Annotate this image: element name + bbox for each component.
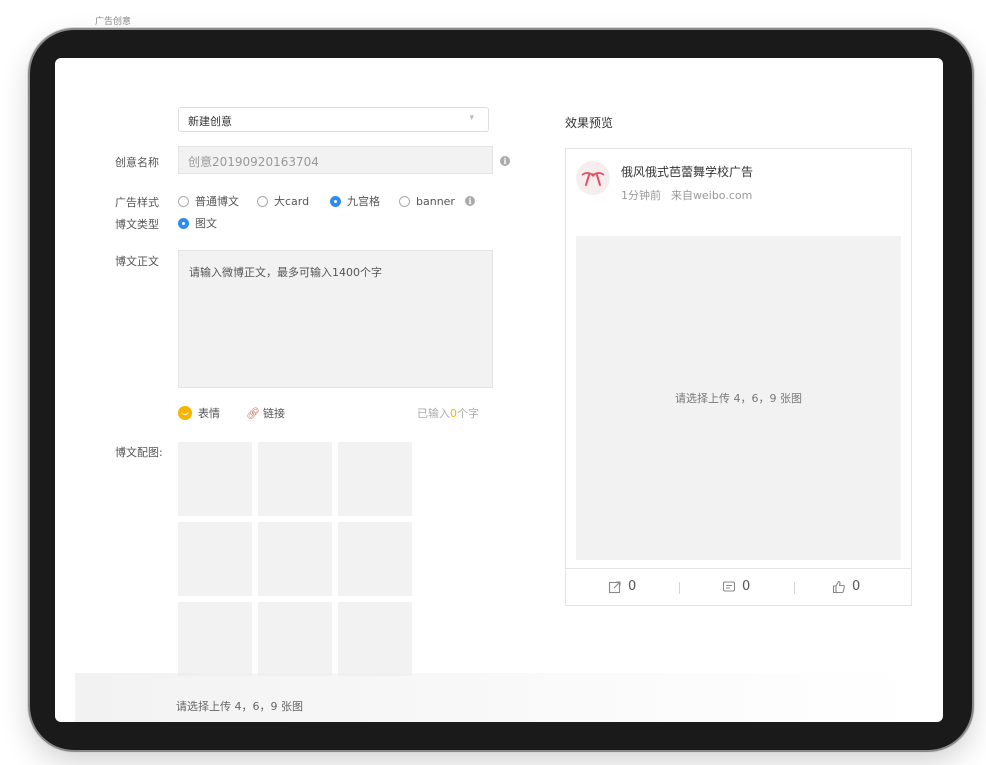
chevron-down-icon: ▾ — [469, 113, 474, 123]
radio-circle — [178, 195, 189, 207]
post-time: 1分钟前 — [621, 189, 661, 202]
post-meta: 1分钟前 来自weibo.com — [621, 187, 752, 203]
creative-name-field[interactable]: 创意20190920163704 — [178, 146, 493, 174]
preview-title: 效果预览 — [565, 116, 614, 130]
header-fragment: 广告创意 — [95, 17, 132, 27]
stat-divider — [679, 582, 680, 594]
image-upload-slot[interactable] — [338, 522, 412, 596]
style-radio-banner[interactable]: banner — [399, 194, 455, 208]
post-source: 来自weibo.com — [671, 189, 753, 202]
repost-count: 0 — [628, 579, 637, 594]
char-count-prefix: 已输入 — [417, 407, 450, 420]
like-stat: 0 — [832, 579, 860, 594]
comment-icon — [722, 580, 736, 592]
smiley-icon — [178, 406, 192, 420]
name-label: 创意名称 — [115, 156, 159, 169]
post-type-radio-image-text[interactable]: 图文 — [178, 216, 217, 230]
avatar — [576, 161, 610, 195]
radio-circle — [399, 195, 410, 207]
image-upload-slot[interactable] — [258, 442, 332, 516]
style-radio-ninegrid-label: 九宫格 — [347, 195, 380, 208]
comment-count: 0 — [742, 579, 751, 594]
image-upload-slot[interactable] — [258, 522, 332, 596]
images-hint: 请选择上传 4，6，9 张图 — [176, 700, 303, 713]
preview-image-hint: 请选择上传 4，6，9 张图 — [675, 392, 802, 405]
style-radio-banner-label: banner — [416, 194, 455, 208]
repost-stat: 0 — [608, 579, 636, 594]
image-upload-slot[interactable] — [178, 602, 252, 676]
creative-select[interactable]: 新建创意 ▾ — [178, 107, 489, 132]
post-body-placeholder: 请输入微博正文，最多可输入1400个字 — [189, 266, 382, 279]
radio-circle-selected — [330, 195, 341, 207]
image-upload-slot[interactable] — [338, 442, 412, 516]
info-icon[interactable]: i — [465, 196, 475, 206]
emoji-button[interactable]: 表情 — [178, 405, 220, 421]
comment-stat: 0 — [722, 579, 750, 594]
thumbs-up-icon — [832, 580, 845, 593]
style-radio-bigcard[interactable]: 大card — [257, 194, 309, 208]
body-label: 博文正文 — [115, 255, 159, 268]
link-label: 链接 — [262, 407, 285, 420]
style-radio-normal[interactable]: 普通博文 — [178, 194, 239, 208]
preview-card: 俄风俄式芭蕾舞学校广告 1分钟前 来自weibo.com 请选择上传 4，6，9 … — [565, 148, 912, 606]
image-upload-slot[interactable] — [178, 442, 252, 516]
char-count: 已输入0个字 — [417, 405, 479, 421]
creative-select-value: 新建创意 — [188, 115, 232, 128]
images-label: 博文配图: — [115, 446, 163, 459]
char-count-suffix: 个字 — [457, 407, 479, 420]
info-icon[interactable]: i — [500, 156, 510, 166]
repost-icon — [608, 580, 621, 593]
char-count-value: 0 — [450, 407, 457, 420]
image-upload-grid — [178, 442, 414, 676]
style-radio-ninegrid[interactable]: 九宫格 — [330, 194, 380, 208]
link-button[interactable]: 🔗︎ 链接 — [246, 405, 285, 421]
image-upload-slot[interactable] — [338, 602, 412, 676]
post-type-label: 博文类型 — [115, 218, 159, 231]
link-icon: 🔗︎ — [246, 406, 260, 420]
image-upload-slot[interactable] — [178, 522, 252, 596]
style-radio-normal-label: 普通博文 — [195, 195, 239, 208]
preview-image-area: 请选择上传 4，6，9 张图 — [576, 236, 901, 560]
radio-circle-selected — [178, 217, 189, 229]
like-count: 0 — [852, 579, 861, 594]
stat-divider — [794, 582, 795, 594]
creative-name-value: 创意20190920163704 — [188, 155, 319, 169]
preview-stats-bar: 0 0 0 — [566, 568, 911, 606]
radio-circle — [257, 195, 268, 207]
account-name: 俄风俄式芭蕾舞学校广告 — [621, 165, 754, 179]
tablet-screen: 新建创意 ▾ 创意名称 创意20190920163704 i 广告样式 普通博文… — [55, 58, 943, 722]
post-type-radio-label: 图文 — [195, 217, 217, 230]
style-label: 广告样式 — [115, 196, 159, 209]
style-radio-bigcard-label: 大card — [274, 195, 310, 208]
ballet-shoes-logo-icon — [581, 172, 605, 186]
post-body-textarea[interactable]: 请输入微博正文，最多可输入1400个字 — [178, 250, 493, 388]
tablet-frame: 新建创意 ▾ 创意名称 创意20190920163704 i 广告样式 普通博文… — [30, 30, 972, 750]
emoji-label: 表情 — [198, 407, 220, 420]
editor-toolbar: 表情 🔗︎ 链接 已输入0个字 — [178, 405, 493, 421]
image-upload-slot[interactable] — [258, 602, 332, 676]
